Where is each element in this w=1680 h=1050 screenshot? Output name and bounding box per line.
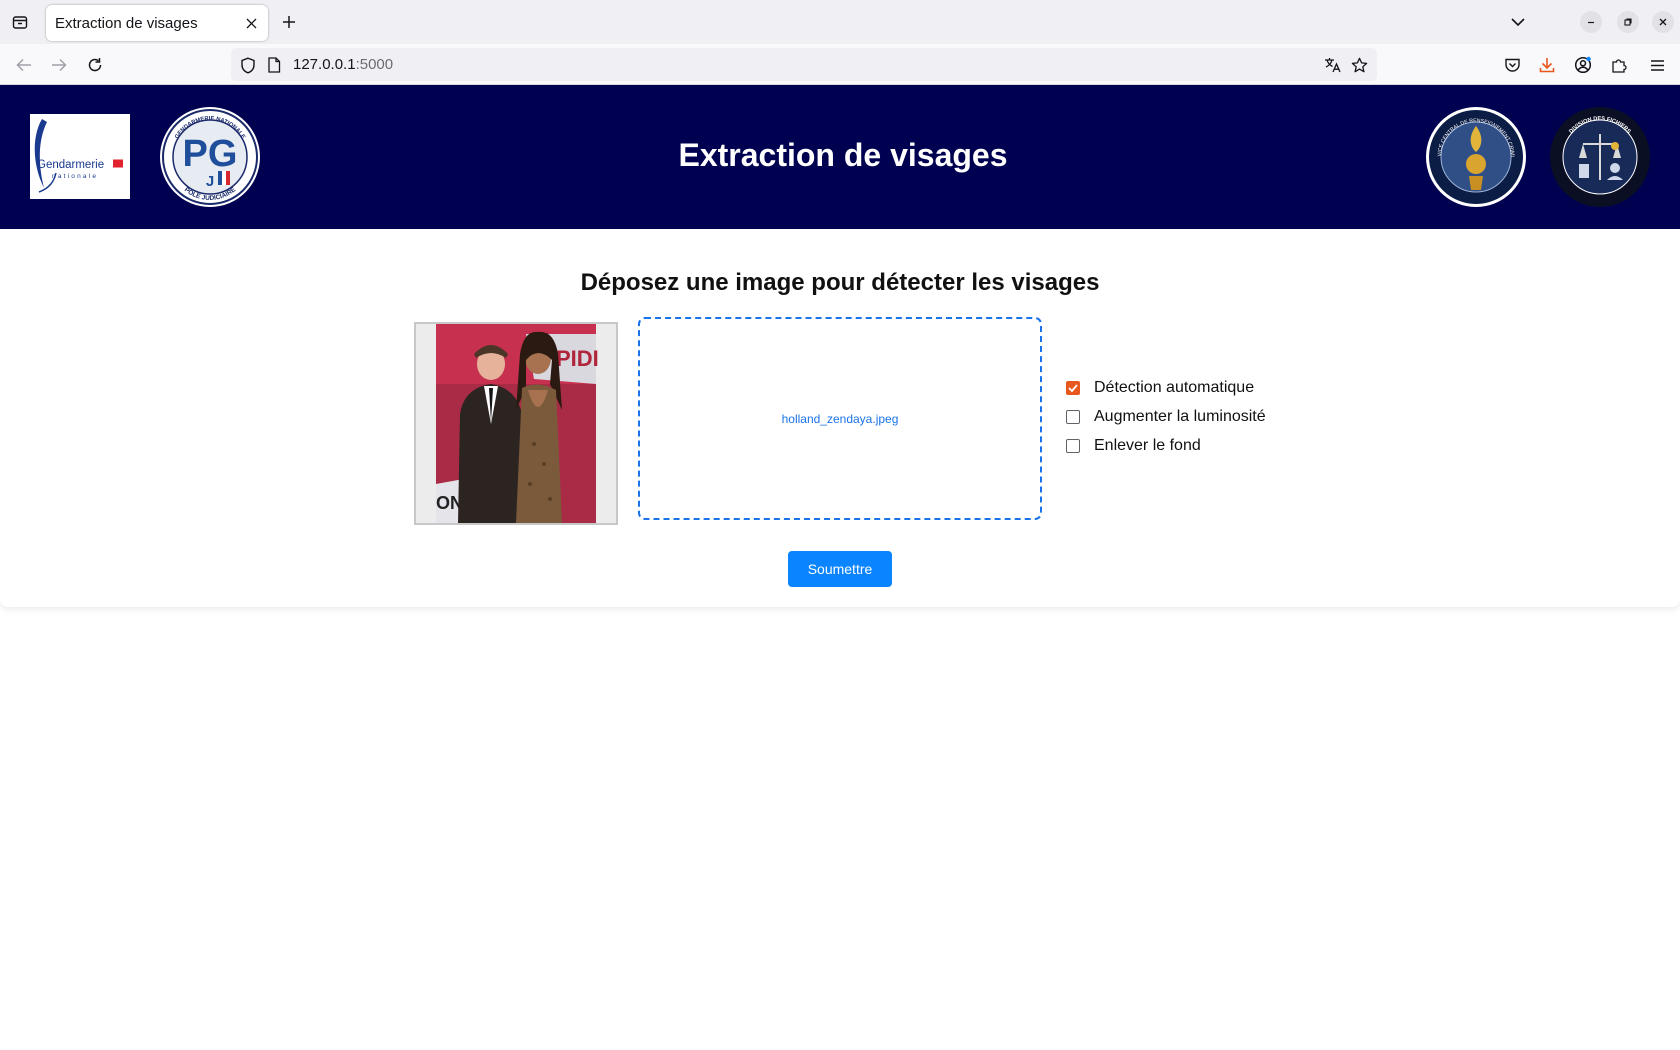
svg-text:nationale: nationale — [52, 173, 98, 180]
forward-arrow-icon[interactable] — [46, 52, 72, 78]
account-icon[interactable] — [1570, 52, 1596, 78]
division-des-fichiers-logo: DIVISION DES FICHIERS — [1549, 106, 1651, 208]
download-icon[interactable] — [1534, 52, 1560, 78]
scrc-gendarmerie-logo: SERVICE CENTRAL DE RENSEIGNEMENT CRIMINE… — [1423, 102, 1527, 208]
restore-icon[interactable] — [1617, 11, 1639, 33]
shield-icon[interactable] — [238, 55, 258, 75]
star-icon[interactable] — [1349, 55, 1369, 75]
image-preview: PIDI ON — [414, 322, 618, 525]
option-label: Enlever le fond — [1094, 437, 1201, 454]
url-host: 127.0.0.1 — [293, 56, 356, 73]
page-heading: Déposez une image pour détecter les visa… — [580, 269, 1100, 296]
plus-icon[interactable] — [277, 10, 301, 34]
option-remove-background[interactable]: Enlever le fond — [1066, 437, 1201, 455]
url-port: :5000 — [355, 56, 394, 73]
pocket-icon[interactable] — [1499, 52, 1525, 78]
option-brightness[interactable]: Augmenter la luminosité — [1066, 408, 1266, 426]
site-header: Gendarmerie nationale PG J GENDARMERIE N… — [0, 85, 1680, 229]
upload-card: Déposez une image pour détecter les visa… — [0, 229, 1680, 607]
svg-text:J: J — [206, 173, 214, 190]
checkbox-brightness[interactable] — [1066, 410, 1080, 424]
checkbox-remove-background[interactable] — [1066, 439, 1080, 453]
chevron-down-icon[interactable] — [1506, 10, 1530, 34]
submit-button[interactable]: Soumettre — [788, 551, 892, 587]
close-window-icon[interactable] — [1652, 11, 1674, 33]
close-icon[interactable] — [238, 10, 264, 36]
browser-tab-active[interactable]: Extraction de visages — [46, 5, 268, 41]
tab-overview-icon[interactable] — [8, 10, 32, 34]
option-auto-detection[interactable]: Détection automatique — [1066, 379, 1254, 397]
browser-navigation-bar: 127.0.0.1:5000 — [0, 44, 1680, 85]
extensions-icon[interactable] — [1606, 52, 1632, 78]
file-dropzone[interactable]: holland_zendaya.jpeg — [638, 317, 1042, 520]
translate-icon[interactable] — [1323, 55, 1343, 75]
page-icon[interactable] — [264, 55, 284, 75]
browser-tab-strip: Extraction de visages — [0, 0, 1680, 44]
checkbox-auto-detection[interactable] — [1066, 381, 1080, 395]
option-label: Augmenter la luminosité — [1094, 408, 1266, 425]
option-label: Détection automatique — [1094, 379, 1255, 396]
url-bar[interactable]: 127.0.0.1:5000 — [231, 48, 1377, 81]
url-text[interactable]: 127.0.0.1:5000 — [293, 56, 393, 73]
back-arrow-icon[interactable] — [11, 52, 37, 78]
minimize-icon[interactable] — [1580, 11, 1602, 33]
menu-icon[interactable] — [1644, 52, 1670, 78]
selected-file-name: holland_zendaya.jpeg — [781, 411, 899, 426]
svg-text:PIDI: PIDI — [556, 346, 599, 371]
reload-icon[interactable] — [82, 52, 108, 78]
tab-title: Extraction de visages — [55, 14, 198, 32]
